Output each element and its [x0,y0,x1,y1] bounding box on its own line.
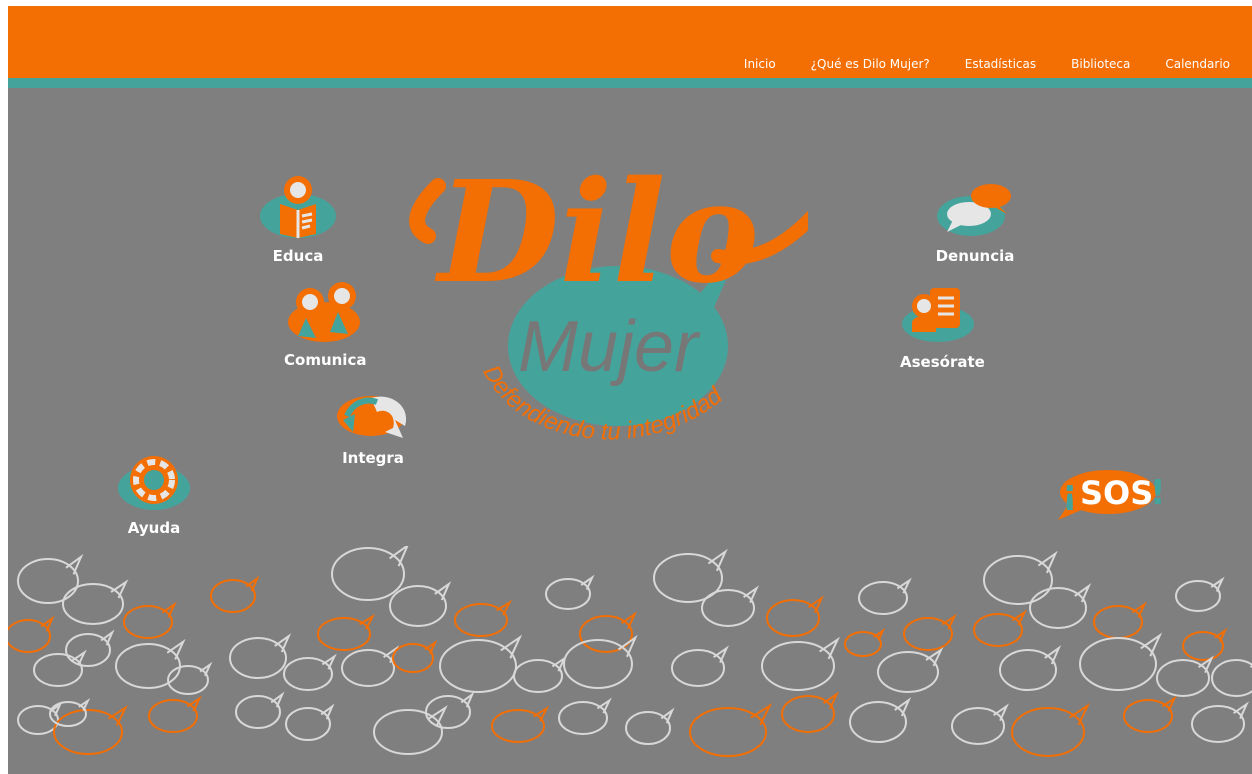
pattern-bubble [53,705,128,755]
pattern-bubble [558,697,612,735]
pattern-bubble [148,695,202,733]
sos-suffix: ! [1150,473,1166,513]
pattern-bubble [1182,627,1228,661]
pattern-bubble [951,703,1009,745]
nav-calendario[interactable]: Calendario [1165,57,1230,71]
feature-asesorate[interactable]: Asesórate [900,284,985,371]
pattern-bubble [1011,702,1091,757]
pattern-bubble [454,599,513,637]
two-people-icon [288,282,360,342]
feature-ayuda[interactable]: Ayuda [114,452,194,537]
cycle-arrows-icon [337,396,407,438]
logo-main: Dilo [434,151,759,315]
pattern-bubble [761,636,841,691]
pattern-bubble [1079,632,1163,691]
pattern-bubble [1093,601,1147,639]
pattern-bubble [1156,655,1214,697]
dilo-mujer-logo: Dilo Mujer Defendiendo tu integridad [409,151,808,446]
sos-badge: ¡ SOS ! [1058,470,1166,520]
pattern-bubble [62,579,129,625]
pattern-bubble [1191,701,1249,743]
pattern-bubble [439,634,523,693]
pattern-bubble [389,581,452,627]
pattern-bubble [903,613,957,651]
pattern-bubble [425,691,475,729]
pattern-bubble [1123,695,1177,733]
pattern-bubble [65,629,115,667]
pattern-bubble [8,615,55,653]
pattern-bubble [210,575,260,613]
pattern-bubble [1175,576,1225,612]
sos-prefix: ¡ [1062,473,1078,513]
page-frame: Inicio ¿Qué es Dilo Mujer? Estadísticas … [8,6,1252,774]
feature-educa-label: Educa [272,247,324,265]
nav-inicio[interactable]: Inicio [744,57,776,71]
pattern-bubble [625,707,675,745]
pattern-bubble [341,645,399,687]
feature-asesorate-label: Asesórate [900,353,985,371]
pattern-bubble [766,595,824,637]
pattern-bubble [999,645,1062,691]
main-nav: Inicio ¿Qué es Dilo Mujer? Estadísticas … [709,57,1230,71]
sos-button[interactable]: ¡ SOS ! [1046,464,1176,529]
pattern-bubble [983,550,1058,605]
pattern-bubble [781,691,839,733]
sos-label: SOS [1080,474,1153,512]
top-bar: Inicio ¿Qué es Dilo Mujer? Estadísticas … [8,6,1252,78]
pattern-bubble [513,655,567,693]
feature-integra[interactable]: Integra [333,386,413,467]
pattern-bubble [17,553,84,604]
lifebuoy-icon [118,456,190,510]
pattern-bubble [283,653,337,691]
feature-integra-label: Integra [342,449,404,467]
nav-que-es[interactable]: ¿Qué es Dilo Mujer? [811,57,930,71]
pattern-bubble [331,546,409,601]
speech-bubbles-icon [937,184,1011,236]
pattern-bubble [33,649,87,687]
pattern-bubble [973,609,1027,647]
logo-sub: Mujer [518,307,701,387]
pattern-bubble [844,627,886,657]
pattern-bubble [1029,583,1092,629]
accent-strip [8,78,1252,88]
feature-comunica[interactable]: Comunica [284,278,367,369]
pattern-bubble [671,645,729,687]
bubble-pattern [8,546,1252,757]
pattern-bubble [285,703,335,741]
pattern-bubble [491,705,550,743]
nav-biblioteca[interactable]: Biblioteca [1071,57,1130,71]
pattern-bubble [858,577,912,615]
pattern-bubble [563,634,638,689]
pattern-bubble [373,705,448,755]
pattern-bubble [317,613,376,651]
pattern-bubble [392,639,438,673]
feature-educa[interactable]: Educa [258,172,338,265]
pattern-bubble [1211,659,1252,697]
feature-denuncia[interactable]: Denuncia [935,180,1015,265]
feature-ayuda-label: Ayuda [127,519,181,537]
pattern-bubble [653,548,728,603]
pattern-bubble [235,691,285,729]
nav-estadisticas[interactable]: Estadísticas [965,57,1036,71]
pattern-bubble [689,702,773,757]
pattern-bubble [123,601,177,639]
pattern-bubble [849,697,912,743]
feature-comunica-label: Comunica [284,351,367,369]
pattern-bubble [579,611,637,653]
pattern-bubble [115,638,186,689]
feature-denuncia-label: Denuncia [935,247,1015,265]
pattern-bubble [877,647,944,693]
reading-person-icon [260,176,336,238]
person-document-icon [902,288,974,342]
pattern-bubble [545,574,595,610]
pattern-bubble [701,585,759,627]
pattern-bubble [229,633,292,679]
